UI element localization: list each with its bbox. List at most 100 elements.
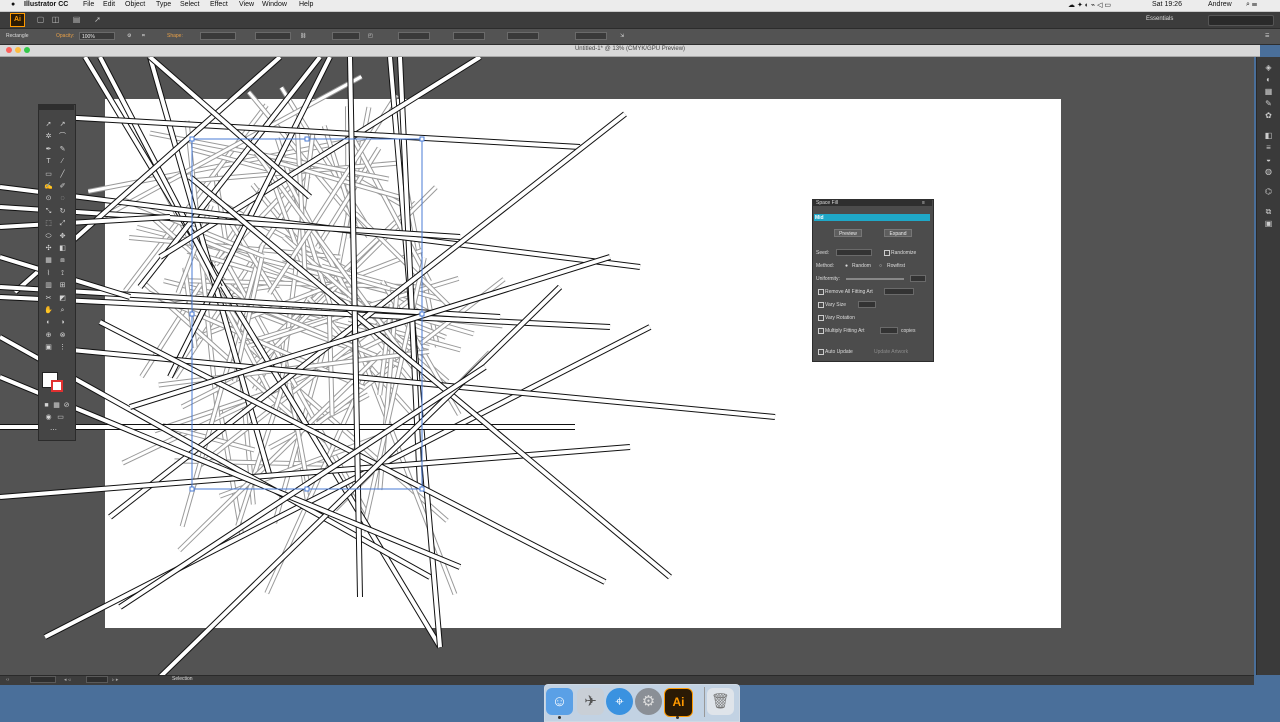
perspective-tool-icon[interactable]: ◧ bbox=[58, 244, 67, 253]
graph-tool-icon[interactable]: ▥ bbox=[44, 281, 53, 290]
expand-button[interactable]: Expand bbox=[884, 229, 912, 237]
zoom-field[interactable] bbox=[30, 676, 56, 683]
color-panel-icon[interactable]: ◈ bbox=[1264, 63, 1273, 72]
artwork-sticks[interactable] bbox=[0, 57, 1254, 675]
preview-button[interactable]: Preview bbox=[834, 229, 862, 237]
graphic-styles-icon[interactable]: ◧ bbox=[1264, 131, 1273, 140]
shape-label[interactable]: Shape: bbox=[167, 33, 183, 39]
rectangle-tool-icon[interactable]: ▭ bbox=[44, 170, 53, 179]
artboard-next-icon[interactable]: ▹ ▸ bbox=[112, 677, 118, 683]
menu-effect[interactable]: Effect bbox=[210, 1, 228, 8]
selection-handle[interactable] bbox=[189, 311, 195, 317]
add-tool-icon[interactable]: ⊕ bbox=[44, 331, 53, 340]
layers-icon[interactable]: ⧉ bbox=[1264, 207, 1273, 216]
appearance-icon[interactable]: ⌬ bbox=[1264, 187, 1273, 196]
magic-wand-tool-icon[interactable]: ✲ bbox=[44, 132, 53, 141]
selection-handle[interactable] bbox=[304, 486, 310, 492]
menu-type[interactable]: Type bbox=[156, 1, 171, 8]
chart-tool-icon[interactable]: ▣ bbox=[44, 343, 53, 352]
none-mode-icon[interactable]: ⊘ bbox=[62, 401, 71, 410]
arrange-documents-icon[interactable]: ▤ bbox=[72, 15, 81, 24]
shape-builder-tool-icon[interactable]: ✣ bbox=[44, 244, 53, 253]
screen-mode-icon[interactable]: ▭ bbox=[56, 413, 65, 422]
pencil-tool-icon[interactable]: ✐ bbox=[58, 182, 67, 191]
line-tool-icon[interactable]: ⁄ bbox=[58, 157, 67, 166]
curvature-tool-icon[interactable]: ✎ bbox=[58, 145, 67, 154]
slice-tool-icon[interactable]: ◩ bbox=[58, 294, 67, 303]
multiply-copies-field[interactable] bbox=[880, 327, 898, 334]
warp-tool-icon[interactable]: ⤢ bbox=[58, 219, 67, 228]
stroke-swatch[interactable] bbox=[51, 380, 63, 392]
app-name-menu[interactable]: Illustrator CC bbox=[24, 1, 68, 8]
multiply-fitting-art-checkbox[interactable] bbox=[818, 328, 824, 334]
free-transform-tool-icon[interactable]: ✥ bbox=[58, 232, 67, 241]
menu-window[interactable]: Window bbox=[262, 1, 287, 8]
blend-tool-icon[interactable]: ⟟ bbox=[58, 269, 67, 278]
gpu-performance-icon[interactable]: ➚ bbox=[93, 15, 102, 24]
method-random-radio[interactable]: ● bbox=[845, 263, 848, 269]
eyedropper-tool-icon[interactable]: ⌇ bbox=[44, 269, 53, 278]
blob-tool-icon[interactable]: ◌ bbox=[58, 194, 67, 203]
mesh-tool-icon[interactable]: ▦ bbox=[44, 256, 53, 265]
menu-help[interactable]: Help bbox=[299, 1, 313, 8]
canvas-area[interactable] bbox=[0, 57, 1254, 675]
type-tool-icon[interactable]: T bbox=[44, 157, 53, 166]
more-tool-icon[interactable]: ⋮ bbox=[58, 343, 67, 352]
artboards-icon[interactable]: ▣ bbox=[1264, 219, 1273, 228]
selection-handle[interactable] bbox=[304, 136, 310, 142]
direct-selection-tool-icon[interactable]: ↗ bbox=[58, 120, 67, 129]
corner-icon[interactable]: ◰ bbox=[368, 33, 373, 39]
zoom-arrow-icon[interactable]: ‹› bbox=[6, 677, 9, 683]
workspace-switcher[interactable]: Essentials bbox=[1146, 16, 1173, 22]
hand-tool-icon[interactable]: ✋ bbox=[44, 306, 53, 315]
selection-handle[interactable] bbox=[419, 136, 425, 142]
zoom-tool-icon[interactable]: ⌕ bbox=[58, 306, 67, 315]
symbols-icon[interactable]: ✿ bbox=[1264, 111, 1273, 120]
randomize-checkbox[interactable] bbox=[884, 250, 890, 256]
menu-file[interactable]: File bbox=[83, 1, 94, 8]
selection-handle[interactable] bbox=[189, 486, 195, 492]
auto-update-checkbox[interactable] bbox=[818, 349, 824, 355]
scale-tool-icon[interactable]: ⬚ bbox=[44, 219, 53, 228]
gradient-icon[interactable]: ◒ bbox=[1264, 155, 1273, 164]
safari-icon[interactable]: ⌖ bbox=[606, 688, 633, 715]
artboard-field[interactable] bbox=[86, 676, 108, 683]
brushes-icon[interactable]: ✎ bbox=[1264, 99, 1273, 108]
system-preferences-icon[interactable]: ⚙ bbox=[635, 688, 662, 715]
eraser-tool-icon[interactable]: ⊙ bbox=[44, 194, 53, 203]
uniformity-slider[interactable] bbox=[846, 278, 904, 280]
draw-mode-icon[interactable]: ◉ bbox=[44, 413, 53, 422]
recolor-icon[interactable]: ⚙ bbox=[127, 33, 131, 39]
seed-field[interactable] bbox=[836, 249, 872, 256]
vary-rotation-checkbox[interactable] bbox=[818, 315, 824, 321]
panel-menu-icon[interactable]: ≡ bbox=[922, 200, 925, 206]
paintbrush-tool-icon[interactable]: ╱ bbox=[58, 170, 67, 179]
stock-icon[interactable]: ◫ bbox=[51, 15, 60, 24]
gradient-tool-icon[interactable]: ⧈ bbox=[58, 256, 67, 265]
control-bar-menu-icon[interactable]: ☰ bbox=[1265, 33, 1269, 39]
update-artwork-button[interactable]: Update Artwork bbox=[874, 349, 908, 355]
trash-icon[interactable]: 🗑 bbox=[707, 688, 734, 715]
link-icon[interactable]: ⛓ bbox=[300, 33, 306, 39]
selection-handle[interactable] bbox=[189, 136, 195, 142]
status-tool-label[interactable]: Selection bbox=[170, 676, 246, 683]
launchpad-icon[interactable]: ✈ bbox=[577, 688, 604, 715]
artboard-nav-icon[interactable]: ◂ ◃ bbox=[64, 677, 70, 683]
space-fill-tab[interactable]: Mid bbox=[815, 215, 824, 221]
vary-size-field[interactable] bbox=[858, 301, 876, 308]
lasso-tool-icon[interactable]: ⌒ bbox=[58, 132, 67, 141]
align-icon[interactable]: ⌗ bbox=[142, 33, 145, 39]
symbol-sprayer-tool-icon[interactable]: ⊞ bbox=[58, 281, 67, 290]
gradient-mode-icon[interactable]: ▦ bbox=[52, 401, 61, 410]
method-rowfirst-radio[interactable]: ○ bbox=[879, 263, 882, 269]
selection-tool-icon[interactable]: ➚ bbox=[44, 120, 53, 129]
opacity-label[interactable]: Opacity: bbox=[56, 33, 74, 39]
reflect-tool-icon[interactable]: ↻ bbox=[58, 207, 67, 216]
y-field[interactable] bbox=[453, 32, 485, 40]
subtract-tool-icon[interactable]: ⊗ bbox=[58, 331, 67, 340]
transparency-icon[interactable]: ◍ bbox=[1264, 167, 1273, 176]
swatches-icon[interactable]: ▦ bbox=[1264, 87, 1273, 96]
pen-tool-icon[interactable]: ✒ bbox=[44, 145, 53, 154]
apple-menu-icon[interactable]: ● bbox=[11, 1, 15, 8]
tools-panel-header[interactable] bbox=[38, 104, 74, 110]
